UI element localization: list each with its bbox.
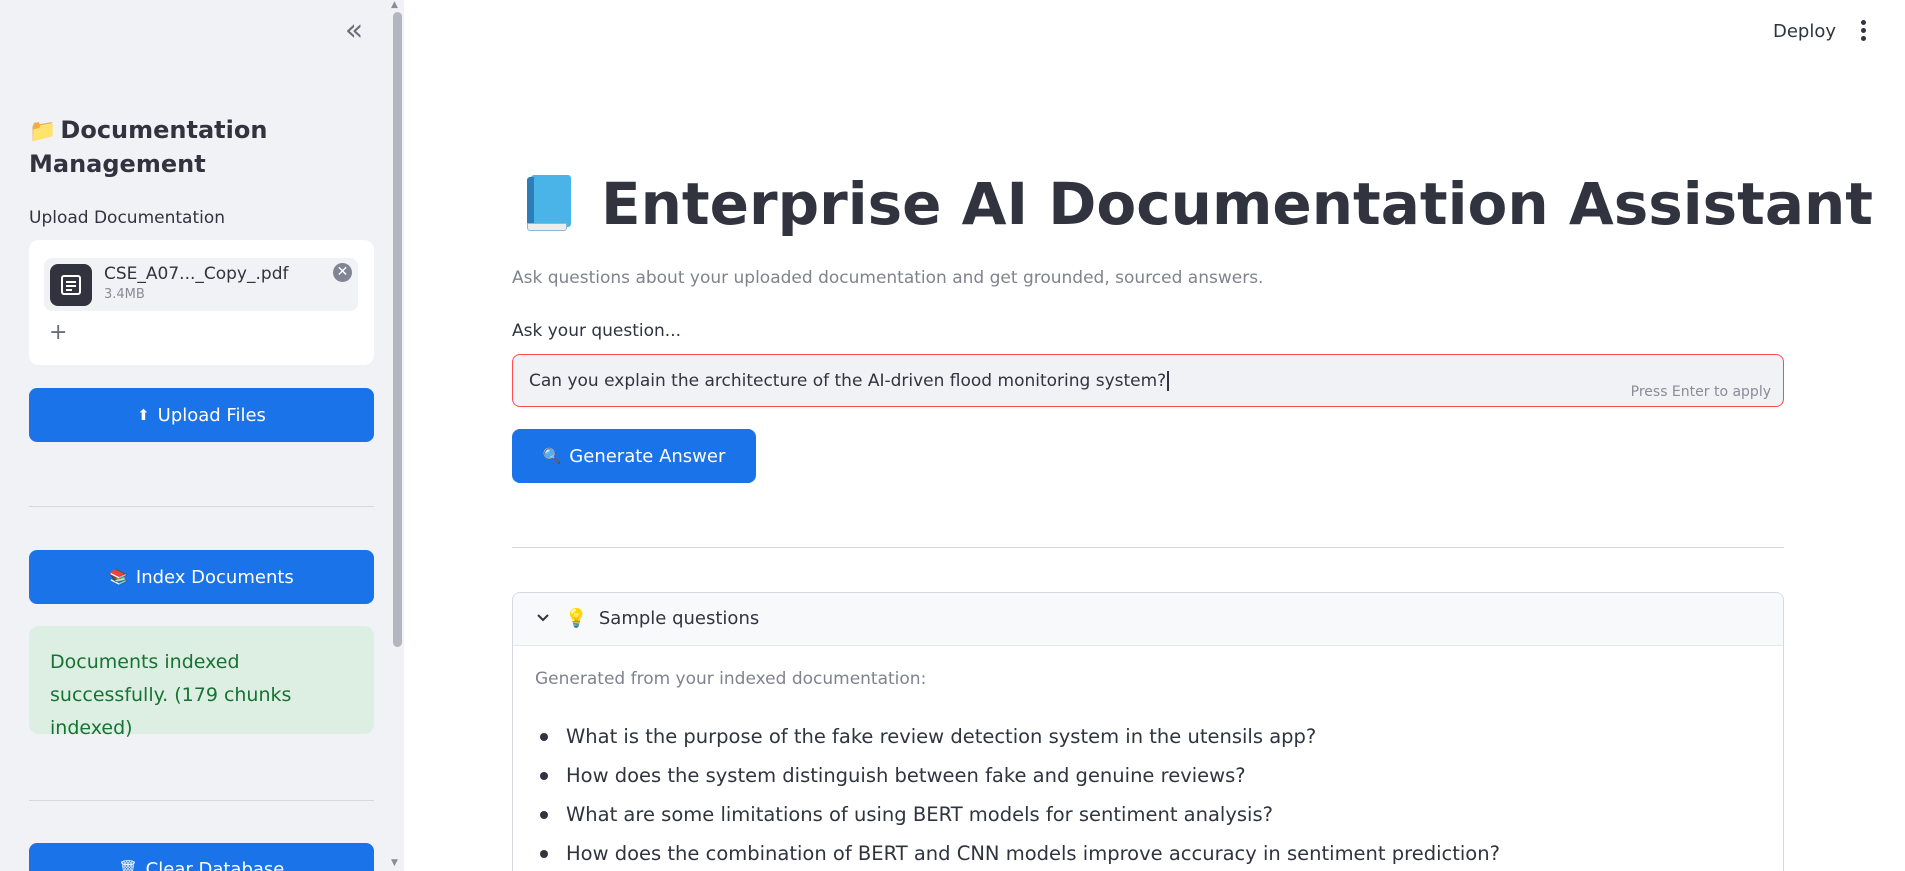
sidebar-title-text: Documentation Management	[29, 116, 268, 178]
list-item: How does the combination of BERT and CNN…	[535, 834, 1500, 871]
main-divider	[512, 547, 1784, 548]
file-size: 3.4MB	[104, 287, 145, 302]
blue-book-icon	[527, 175, 571, 233]
sample-questions-expander: 💡 Sample questions Generated from your i…	[512, 592, 1784, 871]
question-label: Ask your question...	[512, 321, 682, 341]
generate-answer-label: Generate Answer	[569, 445, 726, 467]
clear-database-label: Clear Database	[145, 859, 285, 871]
lightbulb-icon: 💡	[565, 608, 588, 629]
list-item: What is the purpose of the fake review d…	[535, 717, 1500, 756]
index-documents-label: Index Documents	[135, 566, 294, 588]
upload-label: Upload Documentation	[29, 208, 226, 228]
main-menu-icon[interactable]	[1856, 18, 1870, 44]
sample-questions-title: 💡 Sample questions	[565, 608, 759, 629]
uploaded-file: CSE_A07..._Copy_.pdf 3.4MB ✕	[44, 258, 358, 311]
press-enter-hint: Press Enter to apply	[1630, 384, 1771, 400]
magnifier-icon: 🔍	[542, 447, 562, 465]
success-alert: Documents indexed successfully. (179 chu…	[29, 626, 374, 739]
list-item: How does the system distinguish between …	[535, 756, 1500, 795]
generate-answer-button[interactable]: 🔍 Generate Answer	[512, 429, 756, 483]
question-input-value: Can you explain the architecture of the …	[529, 370, 1167, 391]
collapse-sidebar-icon[interactable]: «	[338, 16, 370, 46]
upload-arrow-icon: ⬆	[137, 406, 150, 424]
text-caret	[1167, 370, 1169, 391]
chevron-down-icon	[537, 614, 549, 622]
remove-file-icon[interactable]: ✕	[333, 263, 352, 282]
page-subtitle: Ask questions about your uploaded docume…	[512, 268, 1264, 288]
upload-files-button[interactable]: ⬆ Upload Files	[29, 388, 374, 442]
file-uploader[interactable]: CSE_A07..._Copy_.pdf 3.4MB ✕ +	[29, 240, 374, 365]
sample-questions-title-text: Sample questions	[598, 608, 760, 629]
books-icon: 📚	[109, 568, 128, 586]
list-item: What are some limitations of using BERT …	[535, 795, 1500, 834]
page-title: Enterprise AI Documentation Assistant	[527, 170, 1873, 238]
scroll-down-icon[interactable]: ▼	[391, 858, 398, 868]
question-input[interactable]: Can you explain the architecture of the …	[512, 354, 1784, 407]
index-documents-button[interactable]: 📚 Index Documents	[29, 550, 374, 604]
sidebar-divider	[29, 800, 374, 801]
sample-questions-intro: Generated from your indexed documentatio…	[535, 669, 927, 689]
folder-icon: 📁	[29, 119, 57, 144]
add-file-icon[interactable]: +	[49, 320, 67, 345]
page-title-text: Enterprise AI Documentation Assistant	[601, 170, 1874, 238]
sidebar: « 📁 Documentation Management Upload Docum…	[0, 0, 404, 871]
document-icon	[50, 264, 92, 306]
file-name: CSE_A07..._Copy_.pdf	[104, 264, 289, 284]
sidebar-title: 📁 Documentation Management	[29, 114, 359, 181]
sample-questions-header[interactable]: 💡 Sample questions	[513, 593, 1783, 646]
trash-icon: 🗑	[118, 859, 138, 871]
sidebar-divider	[29, 506, 374, 507]
clear-database-button[interactable]: 🗑 Clear Database	[29, 843, 374, 871]
sidebar-scrollbar-thumb[interactable]	[393, 12, 402, 647]
upload-files-label: Upload Files	[157, 404, 266, 426]
scroll-up-icon[interactable]: ▲	[391, 0, 398, 10]
deploy-button[interactable]: Deploy	[1773, 21, 1836, 42]
sample-questions-list: What is the purpose of the fake review d…	[535, 717, 1500, 871]
